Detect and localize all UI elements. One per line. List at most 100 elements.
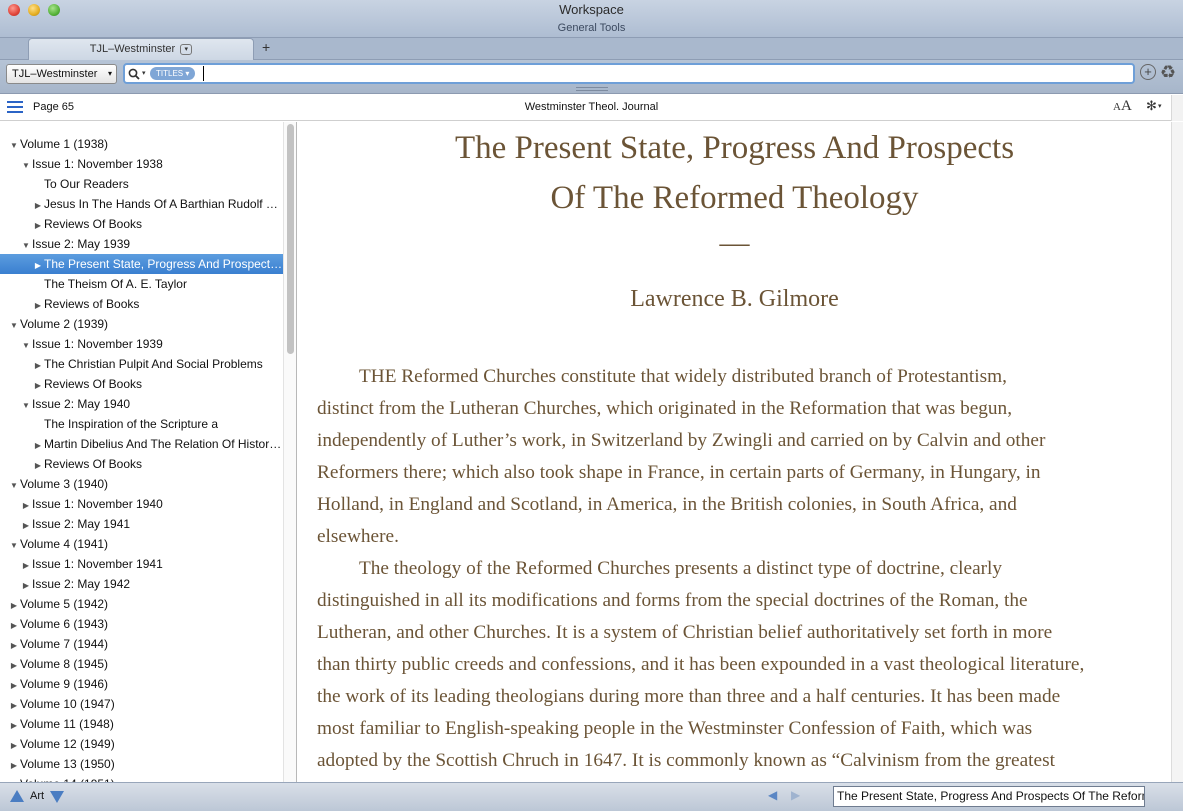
- reader-pane: The Present State, Progress And Prospect…: [298, 122, 1171, 782]
- tree-item[interactable]: ▶ Martin Dibelius And The Relation Of His…: [0, 434, 283, 454]
- tree-item[interactable]: ▼ Issue 1: November 1939: [0, 334, 283, 354]
- tree-item[interactable]: ▶ Issue 2: May 1942: [0, 574, 283, 594]
- disclosure-closed-icon[interactable]: ▶: [8, 596, 20, 614]
- article-line: adopted by the Scottish Chruch in 1647. …: [317, 750, 1055, 771]
- disclosure-closed-icon[interactable]: ▶: [32, 256, 44, 274]
- tree-item[interactable]: ▶ Volume 13 (1950): [0, 754, 283, 774]
- tree-item-label: Issue 2: May 1939: [32, 237, 131, 251]
- arrow-down-icon[interactable]: [50, 791, 64, 803]
- disclosure-closed-icon[interactable]: ▶: [20, 516, 32, 534]
- tree-item[interactable]: ▶ Volume 10 (1947): [0, 694, 283, 714]
- search-icon[interactable]: [128, 65, 140, 82]
- tree-item[interactable]: The Theism Of A. E. Taylor: [0, 274, 283, 294]
- add-search-button[interactable]: +: [1140, 64, 1156, 80]
- search-options-chevron-icon[interactable]: ▾: [142, 65, 146, 82]
- reader-scrollbar[interactable]: [1171, 122, 1183, 782]
- search-box[interactable]: ▾ TITLES ▾: [123, 63, 1135, 84]
- disclosure-closed-icon[interactable]: ▶: [8, 756, 20, 774]
- tree-item[interactable]: ▶ The Christian Pulpit And Social Problem…: [0, 354, 283, 374]
- tree-item[interactable]: ▶ Volume 6 (1943): [0, 614, 283, 634]
- tree-item[interactable]: ▼ Volume 2 (1939): [0, 314, 283, 334]
- resource-select[interactable]: TJL–Westminster ▾: [6, 64, 117, 84]
- disclosure-closed-icon[interactable]: ▶: [32, 456, 44, 474]
- back-button[interactable]: ◀: [768, 788, 777, 802]
- tree-item[interactable]: ▶ Jesus In The Hands Of A Barthian Rudolf…: [0, 194, 283, 214]
- arrow-up-icon[interactable]: [10, 790, 24, 802]
- disclosure-closed-icon[interactable]: ▶: [8, 676, 20, 694]
- tree-item[interactable]: To Our Readers: [0, 174, 283, 194]
- tree-item[interactable]: ▶ Issue 2: May 1941: [0, 514, 283, 534]
- disclosure-closed-icon[interactable]: ▶: [32, 356, 44, 374]
- disclosure-closed-icon[interactable]: ▶: [8, 696, 20, 714]
- article-author: Lawrence B. Gilmore: [630, 286, 839, 312]
- sidebar-scroll-thumb[interactable]: [287, 124, 294, 354]
- disclosure-closed-icon[interactable]: ▶: [32, 376, 44, 394]
- disclosure-open-icon[interactable]: ▼: [8, 136, 20, 154]
- disclosure-closed-icon[interactable]: ▶: [32, 436, 44, 454]
- tree-item[interactable]: ▶ Reviews Of Books: [0, 214, 283, 234]
- search-input[interactable]: [203, 66, 1123, 81]
- search-scope-pill[interactable]: TITLES ▾: [150, 67, 196, 80]
- tree-item[interactable]: ▼ Volume 3 (1940): [0, 474, 283, 494]
- tree-item[interactable]: ▶ Volume 11 (1948): [0, 714, 283, 734]
- add-tab-button[interactable]: +: [262, 39, 270, 55]
- gear-icon[interactable]: ✻: [1146, 98, 1157, 114]
- tree-item[interactable]: ▶ Reviews Of Books: [0, 454, 283, 474]
- forward-button[interactable]: ▶: [791, 788, 800, 802]
- search-toolbar: TJL–Westminster ▾ ▾ TITLES ▾ + ♻: [0, 60, 1183, 94]
- tree-item[interactable]: ▼ Volume 4 (1941): [0, 534, 283, 554]
- tree-item[interactable]: ▼ Issue 2: May 1940: [0, 394, 283, 414]
- sidebar-scrollbar[interactable]: [283, 122, 296, 782]
- tab-menu-icon[interactable]: ▾: [180, 43, 193, 55]
- tree-item[interactable]: ▶ Reviews of Books: [0, 294, 283, 314]
- disclosure-closed-icon[interactable]: ▶: [8, 736, 20, 754]
- tree-item[interactable]: ▶ Volume 8 (1945): [0, 654, 283, 674]
- article-line: Reformers there; which also took shape i…: [317, 462, 1041, 483]
- disclosure-open-icon[interactable]: ▼: [20, 336, 32, 354]
- tree-item[interactable]: ▶ Volume 9 (1946): [0, 674, 283, 694]
- header-scroll-stub: [1171, 95, 1183, 121]
- font-size-icon[interactable]: AA: [1113, 98, 1132, 115]
- title-separator: —: [719, 226, 750, 259]
- tree-item[interactable]: The Inspiration of the Scripture a: [0, 414, 283, 434]
- tree-item[interactable]: ▼ Issue 2: May 1939: [0, 234, 283, 254]
- disclosure-closed-icon[interactable]: ▶: [8, 716, 20, 734]
- disclosure-open-icon[interactable]: ▼: [8, 316, 20, 334]
- disclosure-open-icon[interactable]: ▼: [20, 156, 32, 174]
- tree-item[interactable]: ▶ Issue 1: November 1940: [0, 494, 283, 514]
- disclosure-closed-icon[interactable]: ▶: [32, 296, 44, 314]
- tree-item[interactable]: ▶ Volume 12 (1949): [0, 734, 283, 754]
- gear-chevron-down-icon[interactable]: ▾: [1158, 102, 1162, 110]
- tree-item[interactable]: ▶ Volume 5 (1942): [0, 594, 283, 614]
- tree-item[interactable]: ▼ Issue 1: November 1938: [0, 154, 283, 174]
- disclosure-closed-icon[interactable]: ▶: [8, 656, 20, 674]
- tree-item[interactable]: ▶ Issue 1: November 1941: [0, 554, 283, 574]
- article-line: than thirty public creeds and confession…: [317, 654, 1085, 675]
- disclosure-closed-icon[interactable]: ▶: [20, 576, 32, 594]
- tree-item[interactable]: ▼ Volume 1 (1938): [0, 134, 283, 154]
- tree-item[interactable]: ▶Volume 14 (1951): [0, 774, 283, 782]
- disclosure-open-icon[interactable]: ▼: [8, 536, 20, 554]
- disclosure-closed-icon[interactable]: ▶: [32, 196, 44, 214]
- disclosure-closed-icon[interactable]: ▶: [20, 556, 32, 574]
- disclosure-closed-icon[interactable]: ▶: [8, 636, 20, 654]
- tree-item[interactable]: ▶ Reviews Of Books: [0, 374, 283, 394]
- tree-item[interactable]: ▶ The Present State, Progress And Prospec…: [0, 254, 283, 274]
- article-line: THE Reformed Churches constitute that wi…: [359, 366, 1007, 387]
- disclosure-open-icon[interactable]: ▼: [20, 236, 32, 254]
- disclosure-closed-icon[interactable]: ▶: [8, 616, 20, 634]
- location-field[interactable]: The Present State, Progress And Prospect…: [833, 786, 1145, 807]
- splitter-grip[interactable]: [576, 87, 608, 91]
- disclosure-closed-icon[interactable]: ▶: [32, 216, 44, 234]
- disclosure-closed-icon[interactable]: ▶: [20, 496, 32, 514]
- tree-item-label: Volume 7 (1944): [20, 637, 109, 651]
- tree-item-label: Volume 11 (1948): [20, 717, 114, 731]
- article-line: independently of Luther’s work, in Switz…: [317, 430, 1046, 451]
- disclosure-open-icon[interactable]: ▼: [20, 396, 32, 414]
- tree-item-label: Volume 9 (1946): [20, 677, 109, 691]
- disclosure-open-icon[interactable]: ▼: [8, 476, 20, 494]
- recycle-icon[interactable]: ♻: [1160, 62, 1176, 83]
- article-title-line-2: Of The Reformed Theology: [550, 180, 919, 216]
- tree-item[interactable]: ▶ Volume 7 (1944): [0, 634, 283, 654]
- tab-tjl-westminster[interactable]: TJL–Westminster ▾: [28, 38, 254, 60]
